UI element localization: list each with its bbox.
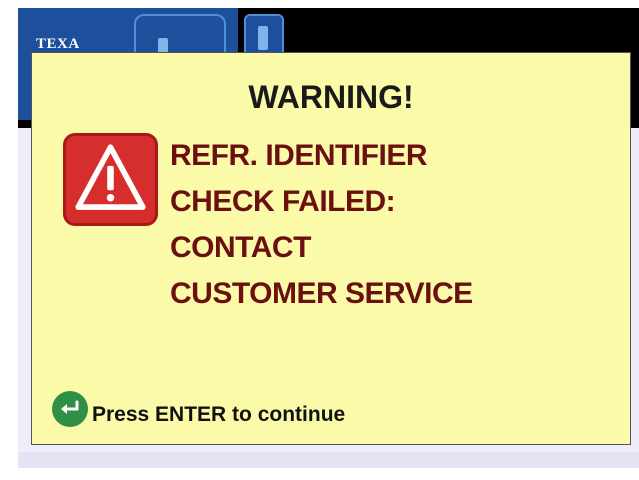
message-line-4: CUSTOMER SERVICE xyxy=(170,277,473,310)
enter-key-icon[interactable] xyxy=(52,391,88,427)
enter-prompt[interactable]: Press ENTER to continue xyxy=(52,391,345,427)
enter-arrow-svg xyxy=(61,400,79,414)
texa-logo: TEXA xyxy=(36,36,80,52)
warning-triangle-svg xyxy=(75,144,146,210)
warning-dialog: WARNING! REFR. IDENTIFIER CHECK FAILED: … xyxy=(31,52,631,445)
message-line-1: REFR. IDENTIFIER xyxy=(170,139,428,172)
footer-band xyxy=(18,452,639,468)
message-line-2: CHECK FAILED: xyxy=(170,185,396,218)
battery-icon xyxy=(258,26,268,50)
dialog-title: WARNING! xyxy=(248,79,414,115)
warning-triangle-icon xyxy=(63,133,158,226)
enter-hint-label: Press ENTER to continue xyxy=(92,403,346,426)
message-line-3: CONTACT xyxy=(170,231,311,264)
screen: TEXA WARNING! REFR. IDENTIFIER CHECK FAI… xyxy=(0,0,639,480)
